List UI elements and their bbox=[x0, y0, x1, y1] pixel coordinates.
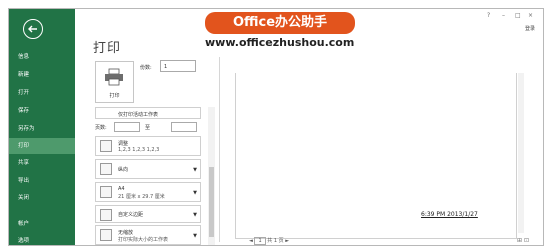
page-current-input[interactable]: 1 bbox=[254, 237, 266, 245]
sidebar-item-save-as[interactable]: 另存为 bbox=[9, 121, 75, 137]
watermark-brand: Office办公助手 bbox=[205, 12, 355, 34]
paper-size-label: A4 bbox=[118, 186, 125, 192]
show-margins-icon[interactable]: ⊞ bbox=[517, 237, 522, 244]
settings-scrollbar[interactable] bbox=[208, 107, 215, 245]
sidebar-item-share[interactable]: 共享 bbox=[9, 155, 75, 171]
minimize-button[interactable]: – bbox=[502, 12, 505, 19]
paper-size-detail: 21 厘米 x 29.7 厘米 bbox=[118, 194, 165, 200]
copies-input[interactable]: 1 bbox=[160, 60, 196, 72]
print-button-label: 打印 bbox=[109, 93, 120, 99]
watermark-url: www.officezhushou.com bbox=[205, 36, 355, 49]
preview-scrollbar[interactable] bbox=[518, 73, 524, 233]
collate-label: 调整 bbox=[118, 141, 129, 147]
sidebar-item-account[interactable]: 帐户 bbox=[9, 216, 75, 232]
chevron-down-icon: ▼ bbox=[193, 167, 197, 174]
sidebar-item-close[interactable]: 关闭 bbox=[9, 190, 75, 206]
orientation-select[interactable]: 纵向 ▼ bbox=[95, 159, 201, 179]
help-button[interactable]: ? bbox=[487, 12, 490, 19]
page-to-input[interactable] bbox=[171, 122, 197, 132]
sidebar-item-new[interactable]: 新建 bbox=[9, 67, 75, 83]
collate-select[interactable]: 调整 1,2,3 1,2,3 1,2,3 bbox=[95, 136, 201, 156]
scaling-select[interactable]: 无缩放 打印实际大小的工作表 ▼ bbox=[95, 225, 201, 245]
sidebar: 信息 新建 打开 保存 另存为 打印 共享 导出 关闭 帐户 选项 bbox=[9, 9, 75, 245]
page-title: 打印 bbox=[93, 41, 122, 56]
pages-label: 页数: bbox=[95, 125, 107, 131]
restore-button[interactable]: □ bbox=[515, 12, 521, 19]
chevron-down-icon: ▼ bbox=[193, 190, 197, 197]
copies-label: 份数: bbox=[140, 65, 152, 71]
print-scope-select[interactable]: 仅打印活动工作表 bbox=[95, 107, 201, 119]
paper-size-select[interactable]: A4 21 厘米 x 29.7 厘米 ▼ bbox=[95, 182, 201, 202]
back-button[interactable] bbox=[23, 19, 43, 39]
margins-label: 自定义边距 bbox=[118, 212, 144, 218]
chevron-down-icon: ▼ bbox=[193, 233, 197, 240]
printer-icon bbox=[105, 68, 123, 86]
orientation-label: 纵向 bbox=[118, 167, 129, 173]
login-link[interactable]: 登录 bbox=[525, 25, 535, 32]
page-navigator: ◄ 1 共 1 页 ► bbox=[249, 237, 289, 245]
sidebar-item-save[interactable]: 保存 bbox=[9, 103, 75, 119]
backstage-window: 信息 新建 打开 保存 另存为 打印 共享 导出 关闭 帐户 选项 打印 Off… bbox=[8, 8, 544, 246]
margins-icon bbox=[100, 209, 112, 221]
print-scope-label: 仅打印活动工作表 bbox=[118, 112, 159, 118]
preview-content: 6:39 PM 2013/1/27 bbox=[421, 211, 478, 218]
page-from-input[interactable] bbox=[114, 122, 140, 132]
close-button[interactable]: × bbox=[528, 12, 533, 19]
margins-select[interactable]: 自定义边距 ▼ bbox=[95, 205, 201, 223]
page-total: 共 1 页 bbox=[267, 238, 284, 244]
zoom-page-icon[interactable]: ⊡ bbox=[524, 237, 529, 244]
sidebar-item-options[interactable]: 选项 bbox=[9, 233, 75, 245]
scaling-detail: 打印实际大小的工作表 bbox=[118, 237, 169, 243]
chevron-down-icon: ▼ bbox=[193, 212, 197, 219]
arrow-left-icon bbox=[28, 25, 37, 33]
settings-scroll-thumb[interactable] bbox=[209, 167, 214, 237]
paper-icon bbox=[100, 186, 112, 198]
panel-divider bbox=[219, 57, 220, 242]
sidebar-item-open[interactable]: 打开 bbox=[9, 85, 75, 101]
collate-icon bbox=[100, 140, 112, 152]
scaling-label: 无缩放 bbox=[118, 230, 134, 236]
prev-page-icon[interactable]: ◄ bbox=[249, 238, 253, 244]
scaling-icon bbox=[100, 229, 112, 241]
next-page-icon[interactable]: ► bbox=[285, 238, 289, 244]
to-label: 至 bbox=[145, 125, 151, 131]
print-button[interactable]: 打印 bbox=[95, 61, 134, 103]
sidebar-item-export[interactable]: 导出 bbox=[9, 173, 75, 189]
sidebar-item-print[interactable]: 打印 bbox=[9, 138, 75, 154]
orientation-icon bbox=[100, 163, 112, 175]
collate-detail: 1,2,3 1,2,3 1,2,3 bbox=[118, 147, 160, 153]
preview-view-controls: ⊞ ⊡ bbox=[517, 237, 529, 244]
sidebar-item-info[interactable]: 信息 bbox=[9, 49, 75, 65]
